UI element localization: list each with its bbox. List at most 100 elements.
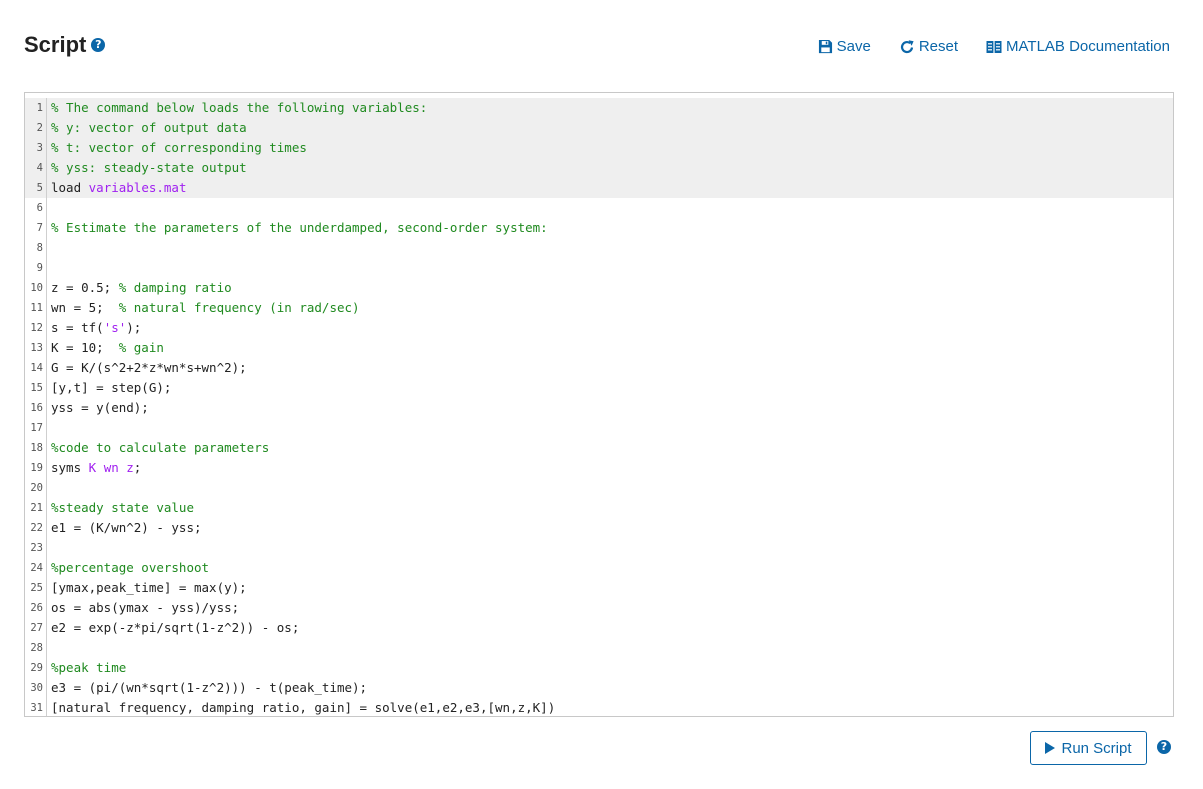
code-comment: %steady state value [51, 500, 194, 515]
code-string: K wn z [88, 460, 134, 475]
code-line[interactable]: 24 %percentage overshoot [25, 558, 1173, 578]
line-number: 15 [25, 378, 47, 398]
code-text: load variables.mat [47, 178, 186, 198]
code-text: e3 = (pi/(wn*sqrt(1-z^2))) - t(peak_time… [47, 678, 367, 698]
line-number: 10 [25, 278, 47, 298]
line-number: 5 [25, 178, 47, 198]
code-line[interactable]: 28 [25, 638, 1173, 658]
book-icon [986, 40, 1002, 53]
code-line[interactable]: 22 e1 = (K/wn^2) - yss; [25, 518, 1173, 538]
code-line[interactable]: 5 load variables.mat [25, 178, 1173, 198]
reset-icon [900, 39, 914, 53]
code-token: G = K/(s^2+2*z*wn*s+wn^2); [51, 360, 247, 375]
line-number: 18 [25, 438, 47, 458]
code-token: e2 = exp(-z*pi/sqrt(1-z^2)) - os; [51, 620, 300, 635]
code-text: K = 10; % gain [47, 338, 164, 358]
code-line[interactable]: 20 [25, 478, 1173, 498]
code-text: e2 = exp(-z*pi/sqrt(1-z^2)) - os; [47, 618, 299, 638]
code-line[interactable]: 7 % Estimate the parameters of the underd… [25, 218, 1173, 238]
code-text: e1 = (K/wn^2) - yss; [47, 518, 202, 538]
code-text: G = K/(s^2+2*z*wn*s+wn^2); [47, 358, 247, 378]
line-number: 23 [25, 538, 47, 558]
code-token: load [51, 180, 89, 195]
code-text: %percentage overshoot [47, 558, 209, 578]
code-text: syms K wn z; [47, 458, 141, 478]
matlab-documentation-link[interactable]: MATLAB Documentation [986, 38, 1170, 55]
code-line[interactable]: 6 [25, 198, 1173, 218]
code-line[interactable]: 11 wn = 5; % natural frequency (in rad/se… [25, 298, 1173, 318]
page-title-text: Script [24, 32, 87, 57]
code-line[interactable]: 14 G = K/(s^2+2*z*wn*s+wn^2); [25, 358, 1173, 378]
code-comment: % t: vector of corresponding times [51, 140, 307, 155]
code-line[interactable]: 9 [25, 258, 1173, 278]
code-line[interactable]: 4 % yss: steady-state output [25, 158, 1173, 178]
code-line[interactable]: 30 e3 = (pi/(wn*sqrt(1-z^2))) - t(peak_ti… [25, 678, 1173, 698]
code-token: yss = y(end); [51, 400, 149, 415]
code-token: wn = 5; [51, 300, 119, 315]
line-number: 31 [25, 698, 47, 716]
code-line[interactable]: 21 %steady state value [25, 498, 1173, 518]
reset-button[interactable]: Reset [899, 38, 958, 55]
code-token: s = tf( [51, 320, 104, 335]
line-number: 11 [25, 298, 47, 318]
code-line[interactable]: 16 yss = y(end); [25, 398, 1173, 418]
code-line[interactable]: 19 syms K wn z; [25, 458, 1173, 478]
line-number: 1 [25, 98, 47, 118]
code-line[interactable]: 17 [25, 418, 1173, 438]
save-label: Save [836, 38, 871, 55]
line-number: 3 [25, 138, 47, 158]
line-number: 28 [25, 638, 47, 658]
code-text: %peak time [47, 658, 126, 678]
line-number: 26 [25, 598, 47, 618]
line-number: 30 [25, 678, 47, 698]
code-comment: %code to calculate parameters [51, 440, 270, 455]
code-line[interactable]: 25 [ymax,peak_time] = max(y); [25, 578, 1173, 598]
page-title: Script ? [24, 32, 106, 58]
code-text: % Estimate the parameters of the underda… [47, 218, 548, 238]
documentation-label: MATLAB Documentation [1006, 38, 1170, 55]
code-editor[interactable]: 1 % The command below loads the following… [24, 92, 1174, 717]
line-number: 27 [25, 618, 47, 638]
code-text: [natural frequency, damping ratio, gain]… [47, 698, 555, 716]
code-text: % y: vector of output data [47, 118, 247, 138]
save-button[interactable]: Save [818, 38, 871, 55]
line-number: 6 [25, 198, 47, 218]
code-token: e3 = (pi/(wn*sqrt(1-z^2))) - t(peak_time… [51, 680, 368, 695]
run-help-icon[interactable]: ? [1157, 740, 1171, 754]
code-line[interactable]: 23 [25, 538, 1173, 558]
line-number: 25 [25, 578, 47, 598]
code-line[interactable]: 1 % The command below loads the following… [25, 98, 1173, 118]
code-comment: % natural frequency (in rad/sec) [118, 300, 360, 315]
code-text: % The command below loads the following … [47, 98, 427, 118]
help-icon[interactable]: ? [91, 38, 106, 52]
code-text: z = 0.5; % damping ratio [47, 278, 232, 298]
code-line[interactable]: 8 [25, 238, 1173, 258]
line-number: 17 [25, 418, 47, 438]
line-number: 13 [25, 338, 47, 358]
code-text: s = tf('s'); [47, 318, 141, 338]
code-line[interactable]: 12 s = tf('s'); [25, 318, 1173, 338]
code-line[interactable]: 27 e2 = exp(-z*pi/sqrt(1-z^2)) - os; [25, 618, 1173, 638]
code-text: % yss: steady-state output [47, 158, 247, 178]
run-script-button[interactable]: Run Script [1030, 731, 1147, 765]
line-number: 8 [25, 238, 47, 258]
code-line[interactable]: 18 %code to calculate parameters [25, 438, 1173, 458]
code-line[interactable]: 10 z = 0.5; % damping ratio [25, 278, 1173, 298]
code-line[interactable]: 2 % y: vector of output data [25, 118, 1173, 138]
code-line[interactable]: 29 %peak time [25, 658, 1173, 678]
code-line[interactable]: 13 K = 10; % gain [25, 338, 1173, 358]
code-line[interactable]: 31 [natural frequency, damping ratio, gai… [25, 698, 1173, 716]
code-comment: %percentage overshoot [51, 560, 210, 575]
code-text: [ymax,peak_time] = max(y); [47, 578, 247, 598]
code-line[interactable]: 3 % t: vector of corresponding times [25, 138, 1173, 158]
code-comment: % y: vector of output data [51, 120, 247, 135]
code-line[interactable]: 15 [y,t] = step(G); [25, 378, 1173, 398]
toolbar: Save Reset MATLAB Documentation [818, 38, 1170, 55]
line-number: 20 [25, 478, 47, 498]
code-text: [y,t] = step(G); [47, 378, 171, 398]
code-line[interactable]: 26 os = abs(ymax - yss)/yss; [25, 598, 1173, 618]
line-number: 16 [25, 398, 47, 418]
